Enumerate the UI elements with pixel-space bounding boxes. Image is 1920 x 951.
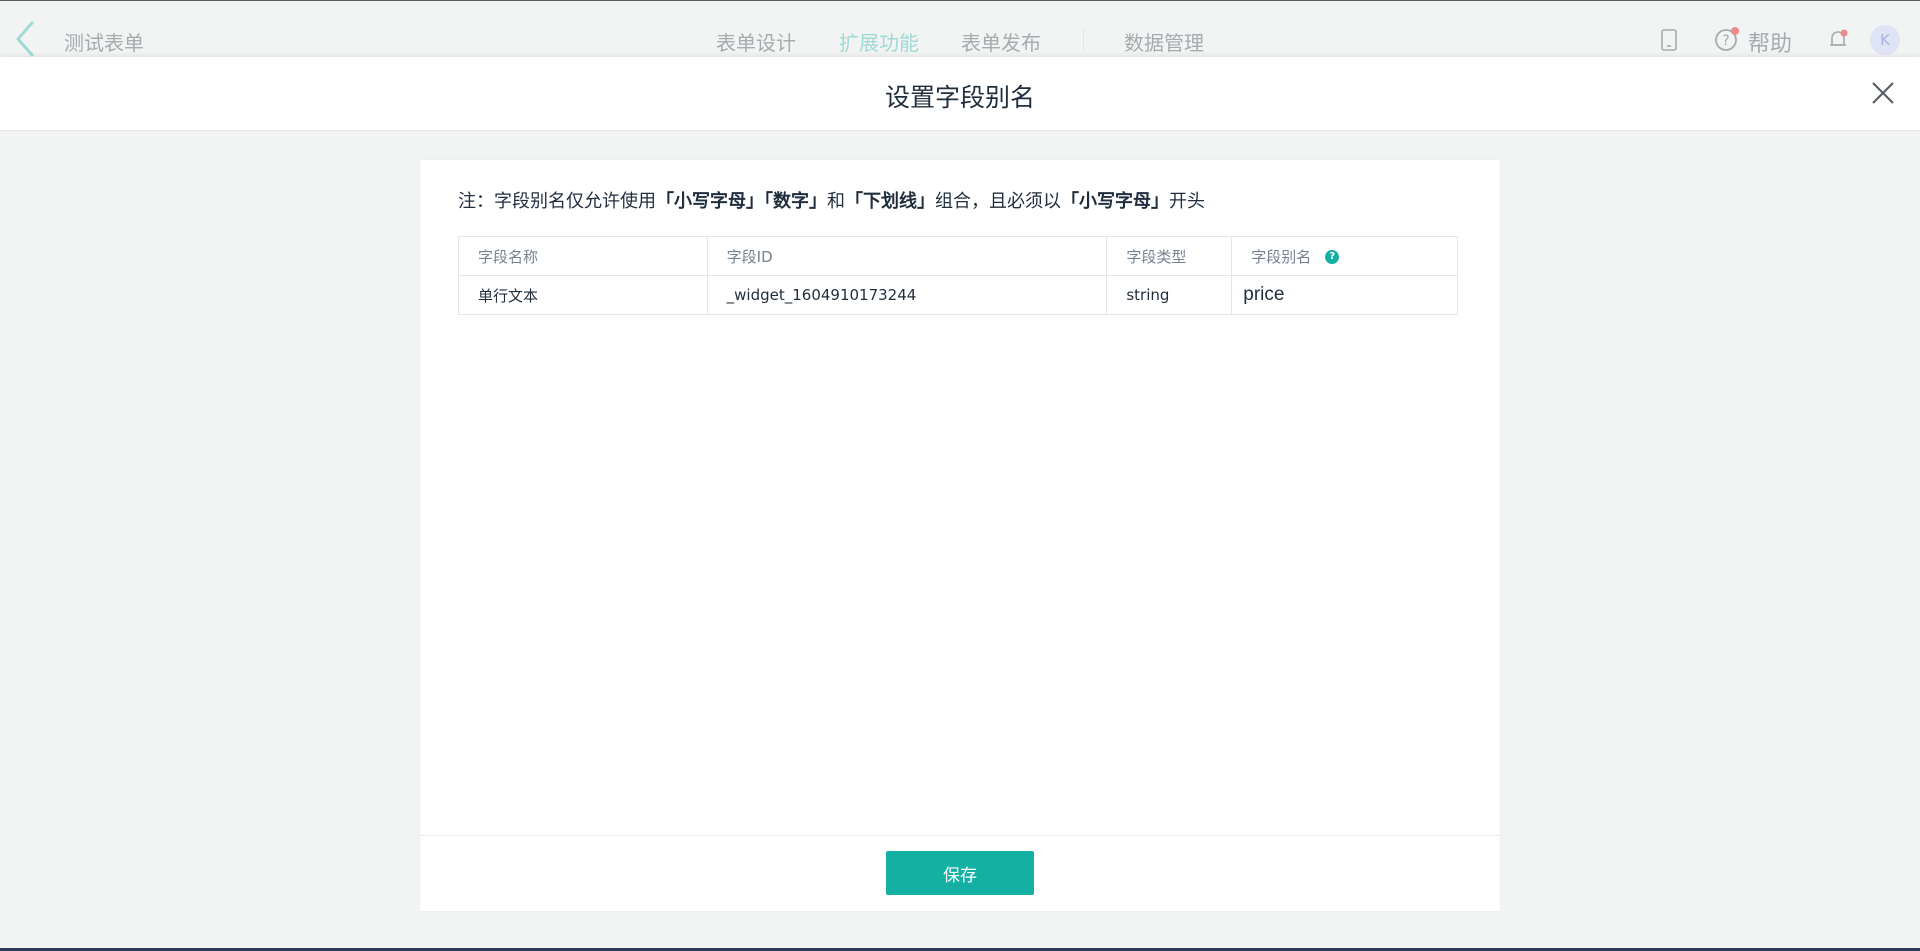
avatar[interactable]: K [1870, 25, 1900, 55]
cell-field-alias [1231, 275, 1458, 315]
save-button[interactable]: 保存 [886, 851, 1034, 895]
app-title: 测试表单 [64, 31, 144, 55]
nav-tab-form-publish[interactable]: 表单发布 [961, 27, 1041, 56]
modal-header: 设置字段别名 [0, 57, 1920, 131]
nav-tab-data-management[interactable]: 数据管理 [1124, 27, 1204, 56]
note-part3: 「小写字母」 [1061, 191, 1169, 212]
svg-text:?: ? [1722, 33, 1729, 49]
nav-tab-extensions[interactable]: 扩展功能 [839, 27, 919, 56]
help-circle-icon[interactable]: ? [1713, 26, 1741, 58]
alias-input[interactable] [1243, 284, 1446, 306]
top-app-bar: 测试表单 表单设计 扩展功能 表单发布 数据管理 ? 帮助 K [0, 0, 1920, 57]
header-field-alias-label: 字段别名 [1251, 247, 1312, 266]
note-part1: 「小写字母」「数字」 [656, 191, 827, 212]
alias-settings-card: 注：字段别名仅允许使用「小写字母」「数字」和「下划线」组合，且必须以「小写字母」… [420, 160, 1500, 911]
modal-title: 设置字段别名 [884, 83, 1035, 112]
nav-tab-form-design[interactable]: 表单设计 [716, 27, 796, 56]
cell-field-name: 单行文本 [458, 275, 708, 315]
help-icon[interactable]: ? [1325, 250, 1340, 264]
header-field-alias: 字段别名? [1231, 236, 1458, 276]
note-mid1: 和 [827, 191, 845, 212]
note-suffix: 开头 [1169, 191, 1205, 212]
table-header-row: 字段名称 字段ID 字段类型 字段别名? [458, 236, 1458, 276]
header-field-type: 字段类型 [1106, 236, 1233, 276]
note-part2: 「下划线」 [845, 191, 935, 212]
notification-bell-icon[interactable] [1827, 28, 1849, 56]
cell-field-type: string [1106, 275, 1233, 315]
close-icon[interactable] [1868, 78, 1898, 108]
back-chevron-icon[interactable] [10, 19, 40, 59]
field-alias-table: 字段名称 字段ID 字段类型 字段别名? 单行文本 _widget_160491… [458, 236, 1458, 315]
note-mid2: 组合，且必须以 [935, 191, 1061, 212]
alias-rule-note: 注：字段别名仅允许使用「小写字母」「数字」和「下划线」组合，且必须以「小写字母」… [458, 187, 1205, 213]
header-field-name: 字段名称 [458, 236, 708, 276]
cell-field-id: _widget_1604910173244 [706, 275, 1108, 315]
header-field-id: 字段ID [706, 236, 1108, 276]
table-row: 单行文本 _widget_1604910173244 string [458, 275, 1458, 315]
mobile-preview-icon[interactable] [1660, 29, 1678, 55]
card-footer: 保存 [420, 835, 1500, 911]
nav-divider [1083, 29, 1084, 51]
help-label[interactable]: 帮助 [1748, 26, 1792, 58]
note-prefix: 注：字段别名仅允许使用 [458, 191, 656, 212]
